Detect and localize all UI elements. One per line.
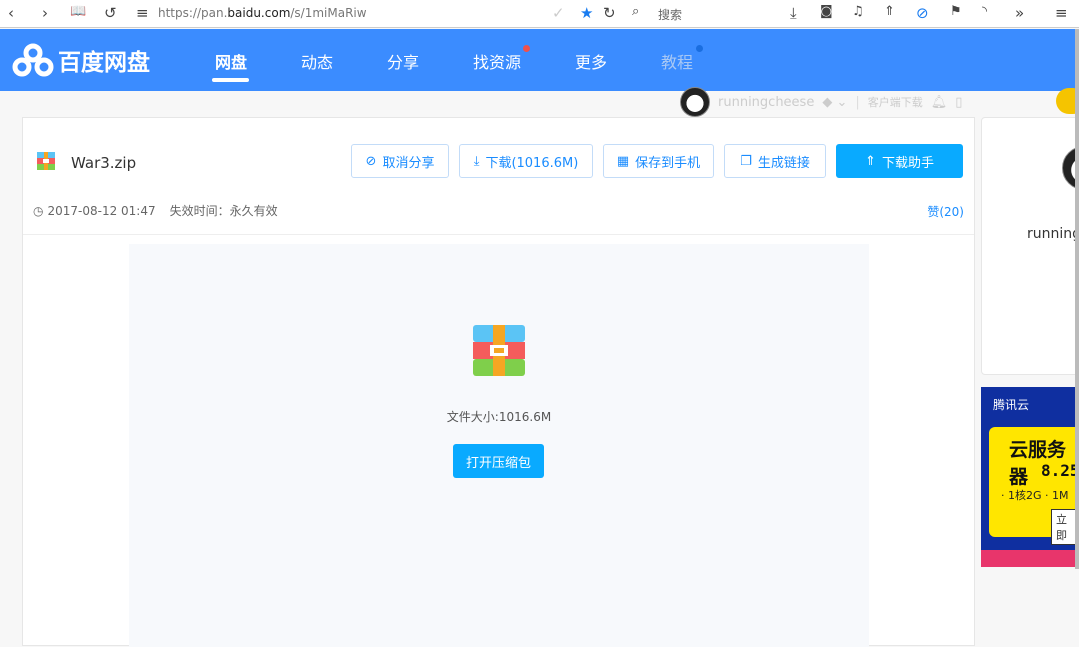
search-input[interactable]: 搜索	[658, 6, 682, 23]
likes-link[interactable]: 赞(20)	[927, 203, 964, 220]
client-download-link[interactable]: 客户端下载	[868, 94, 923, 110]
divider	[23, 234, 974, 235]
url-prefix: https://pan.	[158, 6, 228, 20]
search-icon: ⌕	[632, 4, 640, 19]
nav-item-share[interactable]: 分享	[387, 49, 419, 73]
compass-icon[interactable]: ⊘	[916, 4, 929, 22]
active-tab-indicator	[212, 78, 249, 82]
top-nav: 百度网盘 网盘 动态 分享 找资源 更多 教程	[0, 29, 1079, 91]
download-icon[interactable]: ⤓	[790, 4, 797, 22]
open-archive-button[interactable]: 打开压缩包	[453, 444, 544, 478]
back-icon[interactable]: ‹	[8, 4, 14, 22]
rss-icon[interactable]: ◝	[982, 4, 987, 19]
reload-icon[interactable]: ↻	[603, 4, 616, 22]
bell-icon[interactable]: 🔔︎	[931, 95, 948, 110]
headphones-icon[interactable]: ♫	[852, 4, 864, 19]
file-preview: 文件大小:1016.6M 打开压缩包	[129, 244, 869, 647]
copy-icon: ❐	[740, 153, 752, 169]
ad-spec: · 1核2G · 1M	[1001, 489, 1069, 502]
zip-file-icon	[37, 152, 55, 170]
zip-file-large-icon	[473, 325, 525, 376]
qrcode-icon: ▦	[616, 153, 630, 169]
sharer-name[interactable]: running	[1027, 226, 1079, 242]
more-icon[interactable]: »	[1015, 4, 1024, 22]
vip-diamond-icon: ◆ ⌄	[822, 94, 848, 110]
rocket-icon: ⇑	[865, 153, 876, 169]
scrollbar[interactable]	[1075, 29, 1079, 569]
cloud-logo-icon	[12, 43, 54, 77]
bookmark-icon[interactable]: ⚑	[950, 4, 962, 19]
avatar[interactable]	[680, 87, 710, 117]
history-icon[interactable]: ↺	[104, 4, 117, 22]
menu-lines-icon[interactable]: ≡	[136, 4, 149, 22]
label: 取消分享	[382, 155, 435, 171]
notification-dot	[523, 45, 530, 52]
ad-price: 8.25	[1041, 461, 1079, 480]
file-size: 文件大小:1016.6M	[446, 410, 552, 424]
nav-item-more[interactable]: 更多	[575, 49, 607, 73]
hamburger-icon[interactable]: ≡	[1055, 4, 1068, 22]
nav-item-find-resources[interactable]: 找资源	[473, 49, 521, 73]
download-helper-button[interactable]: ⇑ 下载助手	[836, 144, 963, 178]
rocket-icon[interactable]: ⇑	[884, 4, 895, 19]
divider: |	[855, 94, 860, 110]
file-name: War3.zip	[71, 154, 137, 172]
ad-brand: 腾讯云	[993, 398, 1030, 412]
username[interactable]: runningcheese	[718, 95, 814, 110]
check-icon[interactable]: ✓	[552, 4, 565, 22]
nav-item-netdisk[interactable]: 网盘	[215, 49, 247, 73]
share-card: War3.zip ⊘ 取消分享 ⤓ 下载(1016.6M) ▦ 保存到手机 ❐ 生成链接…	[22, 117, 975, 647]
download-button[interactable]: ⤓ 下载(1016.6M)	[459, 144, 593, 178]
clipboard-icon[interactable]: ▯	[955, 95, 962, 110]
sharer-profile-card: running	[981, 117, 1079, 375]
url-path: /s/1miMaRiw	[290, 6, 367, 20]
address-bar[interactable]: https://pan.baidu.com/s/1miMaRiw	[158, 6, 367, 20]
label: 生成链接	[757, 155, 810, 171]
label: 下载助手	[881, 155, 934, 171]
camera-icon[interactable]: ◙	[820, 4, 833, 19]
cancel-share-button[interactable]: ⊘ 取消分享	[351, 144, 449, 178]
nav-item-activity[interactable]: 动态	[301, 49, 333, 73]
user-bar: runningcheese ◆ ⌄ | 客户端下载 🔔︎ ▯	[680, 87, 962, 117]
generate-link-button[interactable]: ❐ 生成链接	[724, 144, 826, 178]
ad-footer-stripe	[981, 550, 1079, 567]
nav-item-tutorial[interactable]: 教程	[661, 49, 693, 73]
star-icon[interactable]: ★	[580, 4, 593, 22]
share-date: 2017-08-12 01:47	[47, 203, 156, 218]
file-meta: ◷ 2017-08-12 01:47 失效时间：永久有效	[33, 202, 278, 219]
download-icon: ⤓	[473, 153, 480, 169]
clock-icon: ◷	[33, 203, 44, 218]
logo-text: 百度网盘	[58, 50, 150, 76]
ad-banner[interactable]: 腾讯云 云服务器 8.25 · 1核2G · 1M 立即	[981, 387, 1079, 567]
expire-time: 失效时间：永久有效	[169, 204, 278, 218]
notification-dot	[696, 45, 703, 52]
forward-icon[interactable]: ›	[42, 4, 48, 22]
ban-icon: ⊘	[365, 153, 377, 169]
url-domain: baidu.com	[227, 6, 291, 20]
browser-toolbar: ‹ › 📖 ↺ ≡ https://pan.baidu.com/s/1miMaR…	[0, 0, 1079, 28]
label: 下载(1016.6M)	[485, 155, 579, 171]
label: 保存到手机	[635, 155, 701, 171]
reader-icon[interactable]: 📖	[70, 4, 86, 19]
logo[interactable]: 百度网盘	[12, 43, 150, 77]
save-to-phone-button[interactable]: ▦ 保存到手机	[603, 144, 714, 178]
